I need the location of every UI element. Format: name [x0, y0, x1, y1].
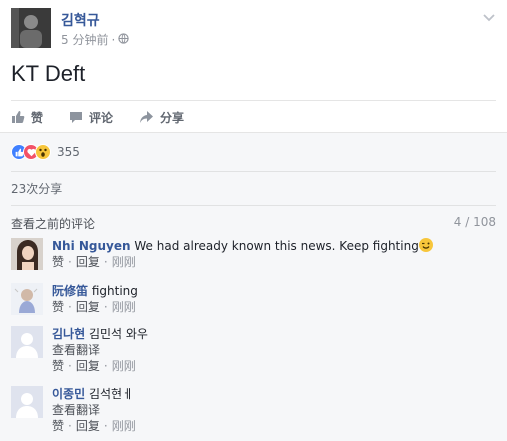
comment-reply-link[interactable]: 回复 — [76, 358, 100, 374]
reactions-summary[interactable]: 355 — [11, 143, 80, 161]
commenter-name[interactable]: Nhi Nguyen — [52, 239, 131, 253]
comment-pagination-count: 4 / 108 — [453, 215, 496, 229]
comment-body: Nhi Nguyen We had already known this new… — [52, 238, 433, 270]
comment-actions: 赞 · 回复 · 刚刚 — [52, 299, 138, 315]
comment-item: 김나현 김민석 와우 查看翻译 赞 · 回复 · 刚刚 — [11, 326, 496, 376]
separator: · — [103, 300, 108, 314]
comment-actions: 赞 · 回复 · 刚刚 — [52, 254, 433, 270]
divider — [11, 205, 496, 206]
comment-body: 김나현 김민석 와우 查看翻译 赞 · 回复 · 刚刚 — [52, 326, 148, 374]
comment-body: 阮修笛 fighting 赞 · 回复 · 刚刚 — [52, 283, 138, 315]
post-time[interactable]: 5 分钟前 — [61, 31, 108, 48]
comment-item: Nhi Nguyen We had already known this new… — [11, 238, 496, 272]
comment-actions: 赞 · 回复 · 刚刚 — [52, 418, 136, 434]
see-translation-link[interactable]: 查看翻译 — [52, 342, 148, 358]
comment-time[interactable]: 刚刚 — [112, 418, 136, 434]
separator: · — [68, 359, 72, 373]
comment-text: 김민석 와우 — [88, 327, 148, 341]
thumbs-up-icon — [11, 110, 25, 124]
like-button[interactable]: 赞 — [11, 108, 43, 126]
comment-label: 评论 — [89, 110, 114, 125]
separator: · — [68, 300, 72, 314]
share-button[interactable]: 分享 — [139, 108, 184, 126]
chevron-down-icon[interactable] — [482, 10, 496, 24]
comment-text: 김석현ㅔ — [88, 387, 134, 401]
divider — [11, 171, 496, 172]
comment-body: 이종민 김석현ㅔ 查看翻译 赞 · 回复 · 刚刚 — [52, 386, 136, 434]
comment-icon — [69, 110, 83, 124]
comment-like-link[interactable]: 赞 — [52, 254, 64, 270]
post-header: 김혁규 5 分钟前 · — [11, 8, 496, 48]
commenter-avatar[interactable] — [11, 238, 43, 270]
post-text: KT Deft — [11, 61, 86, 86]
separator: · — [103, 359, 108, 373]
separator: · — [103, 419, 108, 433]
action-bar: 赞 评论 分享 — [11, 100, 496, 132]
comment-button[interactable]: 评论 — [69, 108, 113, 126]
post-meta: 5 分钟前 · — [61, 31, 129, 48]
globe-icon — [118, 32, 129, 47]
commenter-name[interactable]: 이종민 — [52, 387, 85, 401]
commenter-avatar[interactable] — [11, 283, 43, 315]
separator: · — [103, 255, 108, 269]
share-count[interactable]: 23次分享 — [11, 180, 62, 197]
wow-icon — [35, 144, 51, 160]
default-avatar-icon[interactable] — [11, 326, 43, 358]
commenter-name[interactable]: 김나현 — [52, 327, 85, 341]
comment-text: We had already known this news. Keep fig… — [134, 239, 419, 253]
view-previous-comments-link[interactable]: 查看之前的评论 — [11, 215, 95, 232]
wink-emoji-icon — [418, 238, 433, 252]
comment-like-link[interactable]: 赞 — [52, 418, 64, 434]
separator: · — [68, 255, 72, 269]
author-avatar[interactable] — [11, 8, 51, 48]
comment-time[interactable]: 刚刚 — [112, 358, 136, 374]
comment-reply-link[interactable]: 回复 — [76, 299, 100, 315]
comment-time[interactable]: 刚刚 — [112, 254, 136, 270]
commenter-name[interactable]: 阮修笛 — [52, 284, 88, 298]
author-name[interactable]: 김혁규 — [61, 10, 100, 30]
comment-like-link[interactable]: 赞 — [52, 299, 64, 315]
comment-text: fighting — [91, 284, 138, 298]
separator: · — [68, 419, 72, 433]
default-avatar-icon[interactable] — [11, 386, 43, 418]
comment-item: 阮修笛 fighting 赞 · 回复 · 刚刚 — [11, 283, 496, 317]
share-icon — [139, 110, 154, 124]
comment-actions: 赞 · 回复 · 刚刚 — [52, 358, 148, 374]
comment-time[interactable]: 刚刚 — [112, 299, 136, 315]
see-translation-link[interactable]: 查看翻译 — [52, 402, 136, 418]
post-card: 김혁규 5 分钟前 · KT Deft 赞 评论 分享 355 23次分享 查看… — [0, 0, 507, 441]
comment-reply-link[interactable]: 回复 — [76, 418, 100, 434]
comment-like-link[interactable]: 赞 — [52, 358, 64, 374]
like-label: 赞 — [31, 110, 44, 125]
reaction-count: 355 — [57, 145, 80, 159]
meta-separator: · — [111, 32, 116, 47]
comment-item: 이종민 김석현ㅔ 查看翻译 赞 · 回复 · 刚刚 — [11, 386, 496, 438]
share-label: 分享 — [160, 110, 185, 125]
comment-reply-link[interactable]: 回复 — [76, 254, 100, 270]
